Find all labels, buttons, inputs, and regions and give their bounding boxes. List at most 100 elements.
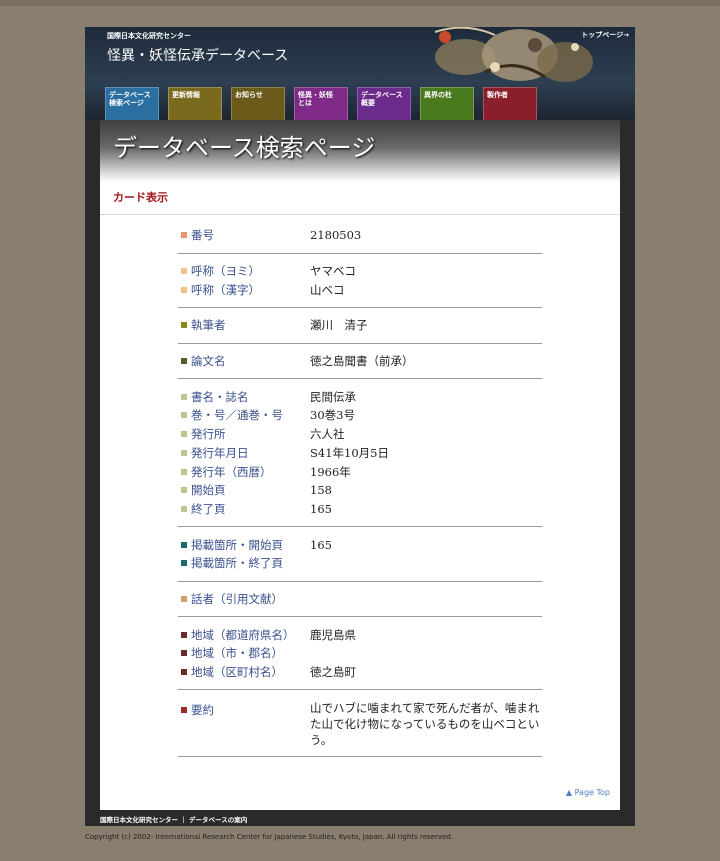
square-bullet-icon — [181, 431, 187, 438]
field-value: 1966年 — [310, 464, 351, 479]
field-row: 終了頁 165 — [178, 500, 542, 519]
yokai-illustration — [434, 27, 593, 82]
square-bullet-icon — [181, 232, 187, 239]
field-row: 地域（市・郡名） — [178, 644, 542, 663]
field-label-text: 論文名 — [191, 354, 226, 369]
nav-tab-0[interactable]: データベース 検索ページ — [105, 87, 159, 120]
field-value: 2180503 — [310, 228, 362, 243]
field-group: 話者（引用文献） — [178, 582, 542, 618]
field-row: 発行年月日 S41年10月5日 — [178, 444, 542, 463]
square-bullet-icon — [181, 707, 187, 714]
field-label: 発行所 — [178, 426, 310, 442]
field-value: 六人社 — [310, 427, 345, 442]
square-bullet-icon — [181, 595, 187, 602]
field-row: 論文名 徳之島聞書（前承） — [178, 352, 542, 371]
field-label: 開始頁 — [178, 482, 310, 498]
nav-tab-5[interactable]: 異界の杜 — [420, 87, 474, 120]
field-row: 掲載箇所・終了頁 — [178, 554, 542, 573]
top-page-link[interactable]: トップページ→ — [581, 30, 629, 40]
main-content: データベース検索ページ カード表示 番号 2180503 呼称（ヨミ） ヤマベコ 呼称（… — [100, 120, 620, 810]
field-label: 地域（区町村名） — [178, 664, 310, 680]
field-row: 話者（引用文献） — [178, 590, 542, 609]
square-bullet-icon — [181, 393, 187, 400]
square-bullet-icon — [181, 286, 187, 293]
field-group: 掲載箇所・開始頁 165 掲載箇所・終了頁 — [178, 527, 542, 582]
square-bullet-icon — [181, 541, 187, 548]
field-value: 山ベコ — [310, 282, 345, 297]
field-label: 書名・誌名 — [178, 389, 310, 405]
field-label-text: 発行年（西暦） — [191, 464, 272, 479]
nav-tab-4[interactable]: データベース 概要 — [357, 87, 411, 120]
field-row: 要約 山でハブに噛まれて家で死んだ者が、噛まれた山で化け物になっているものを山ベコ… — [178, 698, 542, 748]
field-label-text: 開始頁 — [191, 483, 226, 498]
field-group: 番号 2180503 — [178, 218, 542, 254]
divider — [100, 214, 620, 215]
nav-tab-6[interactable]: 製作者 — [483, 87, 537, 120]
field-row: 発行年（西暦） 1966年 — [178, 462, 542, 481]
field-group: 呼称（ヨミ） ヤマベコ 呼称（漢字） 山ベコ — [178, 254, 542, 309]
square-bullet-icon — [181, 631, 187, 638]
field-value: S41年10月5日 — [310, 445, 389, 460]
card-view-label: カード表示 — [113, 191, 168, 204]
field-row: 番号 2180503 — [178, 226, 542, 245]
main-nav: データベース 検索ページ 更新情報 お知らせ 怪異・妖怪 とは データベース 概要 異界の… — [105, 87, 537, 120]
field-value: 165 — [310, 537, 332, 552]
field-label-text: 要約 — [191, 703, 214, 718]
field-label-text: 書名・誌名 — [191, 389, 249, 404]
field-label: 呼称（漢字） — [178, 282, 310, 298]
field-label-text: 巻・号／通巻・号 — [191, 408, 283, 423]
field-row: 地域（区町村名） 徳之島町 — [178, 663, 542, 682]
field-label-text: 発行所 — [191, 427, 226, 442]
field-label: 掲載箇所・終了頁 — [178, 555, 310, 571]
field-row: 巻・号／通巻・号 30巻3号 — [178, 406, 542, 425]
record-card: 番号 2180503 呼称（ヨミ） ヤマベコ 呼称（漢字） 山ベコ 執筆者 瀬川 清子 論文名徳… — [178, 218, 542, 758]
page-top-link[interactable]: ▲ Page Top — [566, 788, 610, 797]
square-bullet-icon — [181, 268, 187, 275]
page-title: データベース検索ページ — [113, 134, 376, 162]
square-bullet-icon — [181, 487, 187, 494]
field-group: 論文名 徳之島聞書（前承） — [178, 344, 542, 380]
field-label: 地域（市・郡名） — [178, 645, 310, 661]
square-bullet-icon — [181, 669, 187, 676]
field-row: 発行所 六人社 — [178, 425, 542, 444]
nav-tab-2[interactable]: お知らせ — [231, 87, 285, 120]
field-label: 巻・号／通巻・号 — [178, 407, 310, 423]
field-row: 掲載箇所・開始頁 165 — [178, 535, 542, 554]
field-value: ヤマベコ — [310, 264, 356, 279]
field-group: 執筆者 瀬川 清子 — [178, 308, 542, 344]
field-label: 執筆者 — [178, 317, 310, 333]
field-label: 話者（引用文献） — [178, 591, 310, 607]
copyright: Copyright (c) 2002- International Resear… — [85, 833, 453, 841]
field-value: 山でハブに噛まれて家で死んだ者が、噛まれた山で化け物になっているものを山ベコとい… — [310, 701, 540, 748]
square-bullet-icon — [181, 468, 187, 475]
field-value: 瀬川 清子 — [310, 318, 368, 333]
square-bullet-icon — [181, 650, 187, 657]
site-header: 国際日本文化研究センター 怪異・妖怪伝承データベース トップページ→ データベー… — [85, 27, 635, 120]
field-value: 民間伝承 — [310, 389, 356, 404]
field-label-text: 掲載箇所・終了頁 — [191, 556, 283, 571]
square-bullet-icon — [181, 322, 187, 329]
field-value: 158 — [310, 483, 332, 498]
site-title[interactable]: 怪異・妖怪伝承データベース — [107, 45, 288, 65]
page-frame: 国際日本文化研究センター 怪異・妖怪伝承データベース トップページ→ データベー… — [85, 27, 635, 826]
field-label-text: 呼称（ヨミ） — [191, 264, 260, 279]
nav-tab-1[interactable]: 更新情報 — [168, 87, 222, 120]
field-label-text: 掲載箇所・開始頁 — [191, 537, 283, 552]
field-label-text: 終了頁 — [191, 501, 226, 516]
field-row: 呼称（漢字） 山ベコ — [178, 280, 542, 299]
field-label: 呼称（ヨミ） — [178, 263, 310, 279]
top-band — [0, 0, 720, 6]
field-label: 地域（都道府県名） — [178, 627, 310, 643]
field-label: 要約 — [178, 700, 310, 718]
field-label: 発行年月日 — [178, 445, 310, 461]
field-label: 終了頁 — [178, 501, 310, 517]
field-label-text: 番号 — [191, 228, 214, 243]
field-row: 執筆者 瀬川 清子 — [178, 316, 542, 335]
footer-links[interactable]: 国際日本文化研究センター ｜ データベースの案内 — [100, 814, 247, 824]
field-label-text: 地域（市・郡名） — [191, 646, 283, 661]
field-row: 地域（都道府県名） 鹿児島県 — [178, 625, 542, 644]
nav-tab-3[interactable]: 怪異・妖怪 とは — [294, 87, 348, 120]
field-label-text: 話者（引用文献） — [191, 591, 283, 606]
square-bullet-icon — [181, 560, 187, 567]
field-group: 地域（都道府県名） 鹿児島県地域（市・郡名） 地域（区町村名） 徳之島町 — [178, 617, 542, 691]
